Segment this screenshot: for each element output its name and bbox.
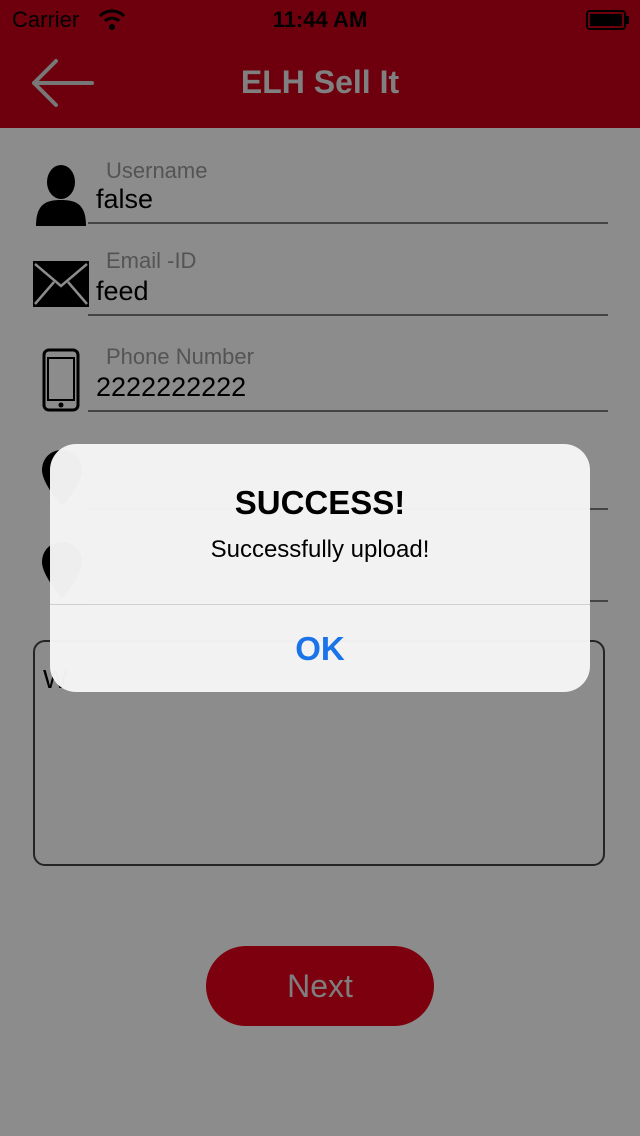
success-alert: SUCCESS! Successfully upload! OK	[50, 444, 590, 692]
alert-title: SUCCESS!	[234, 484, 406, 521]
ok-button[interactable]: OK	[50, 605, 590, 692]
alert-message: Successfully upload!	[210, 536, 430, 563]
